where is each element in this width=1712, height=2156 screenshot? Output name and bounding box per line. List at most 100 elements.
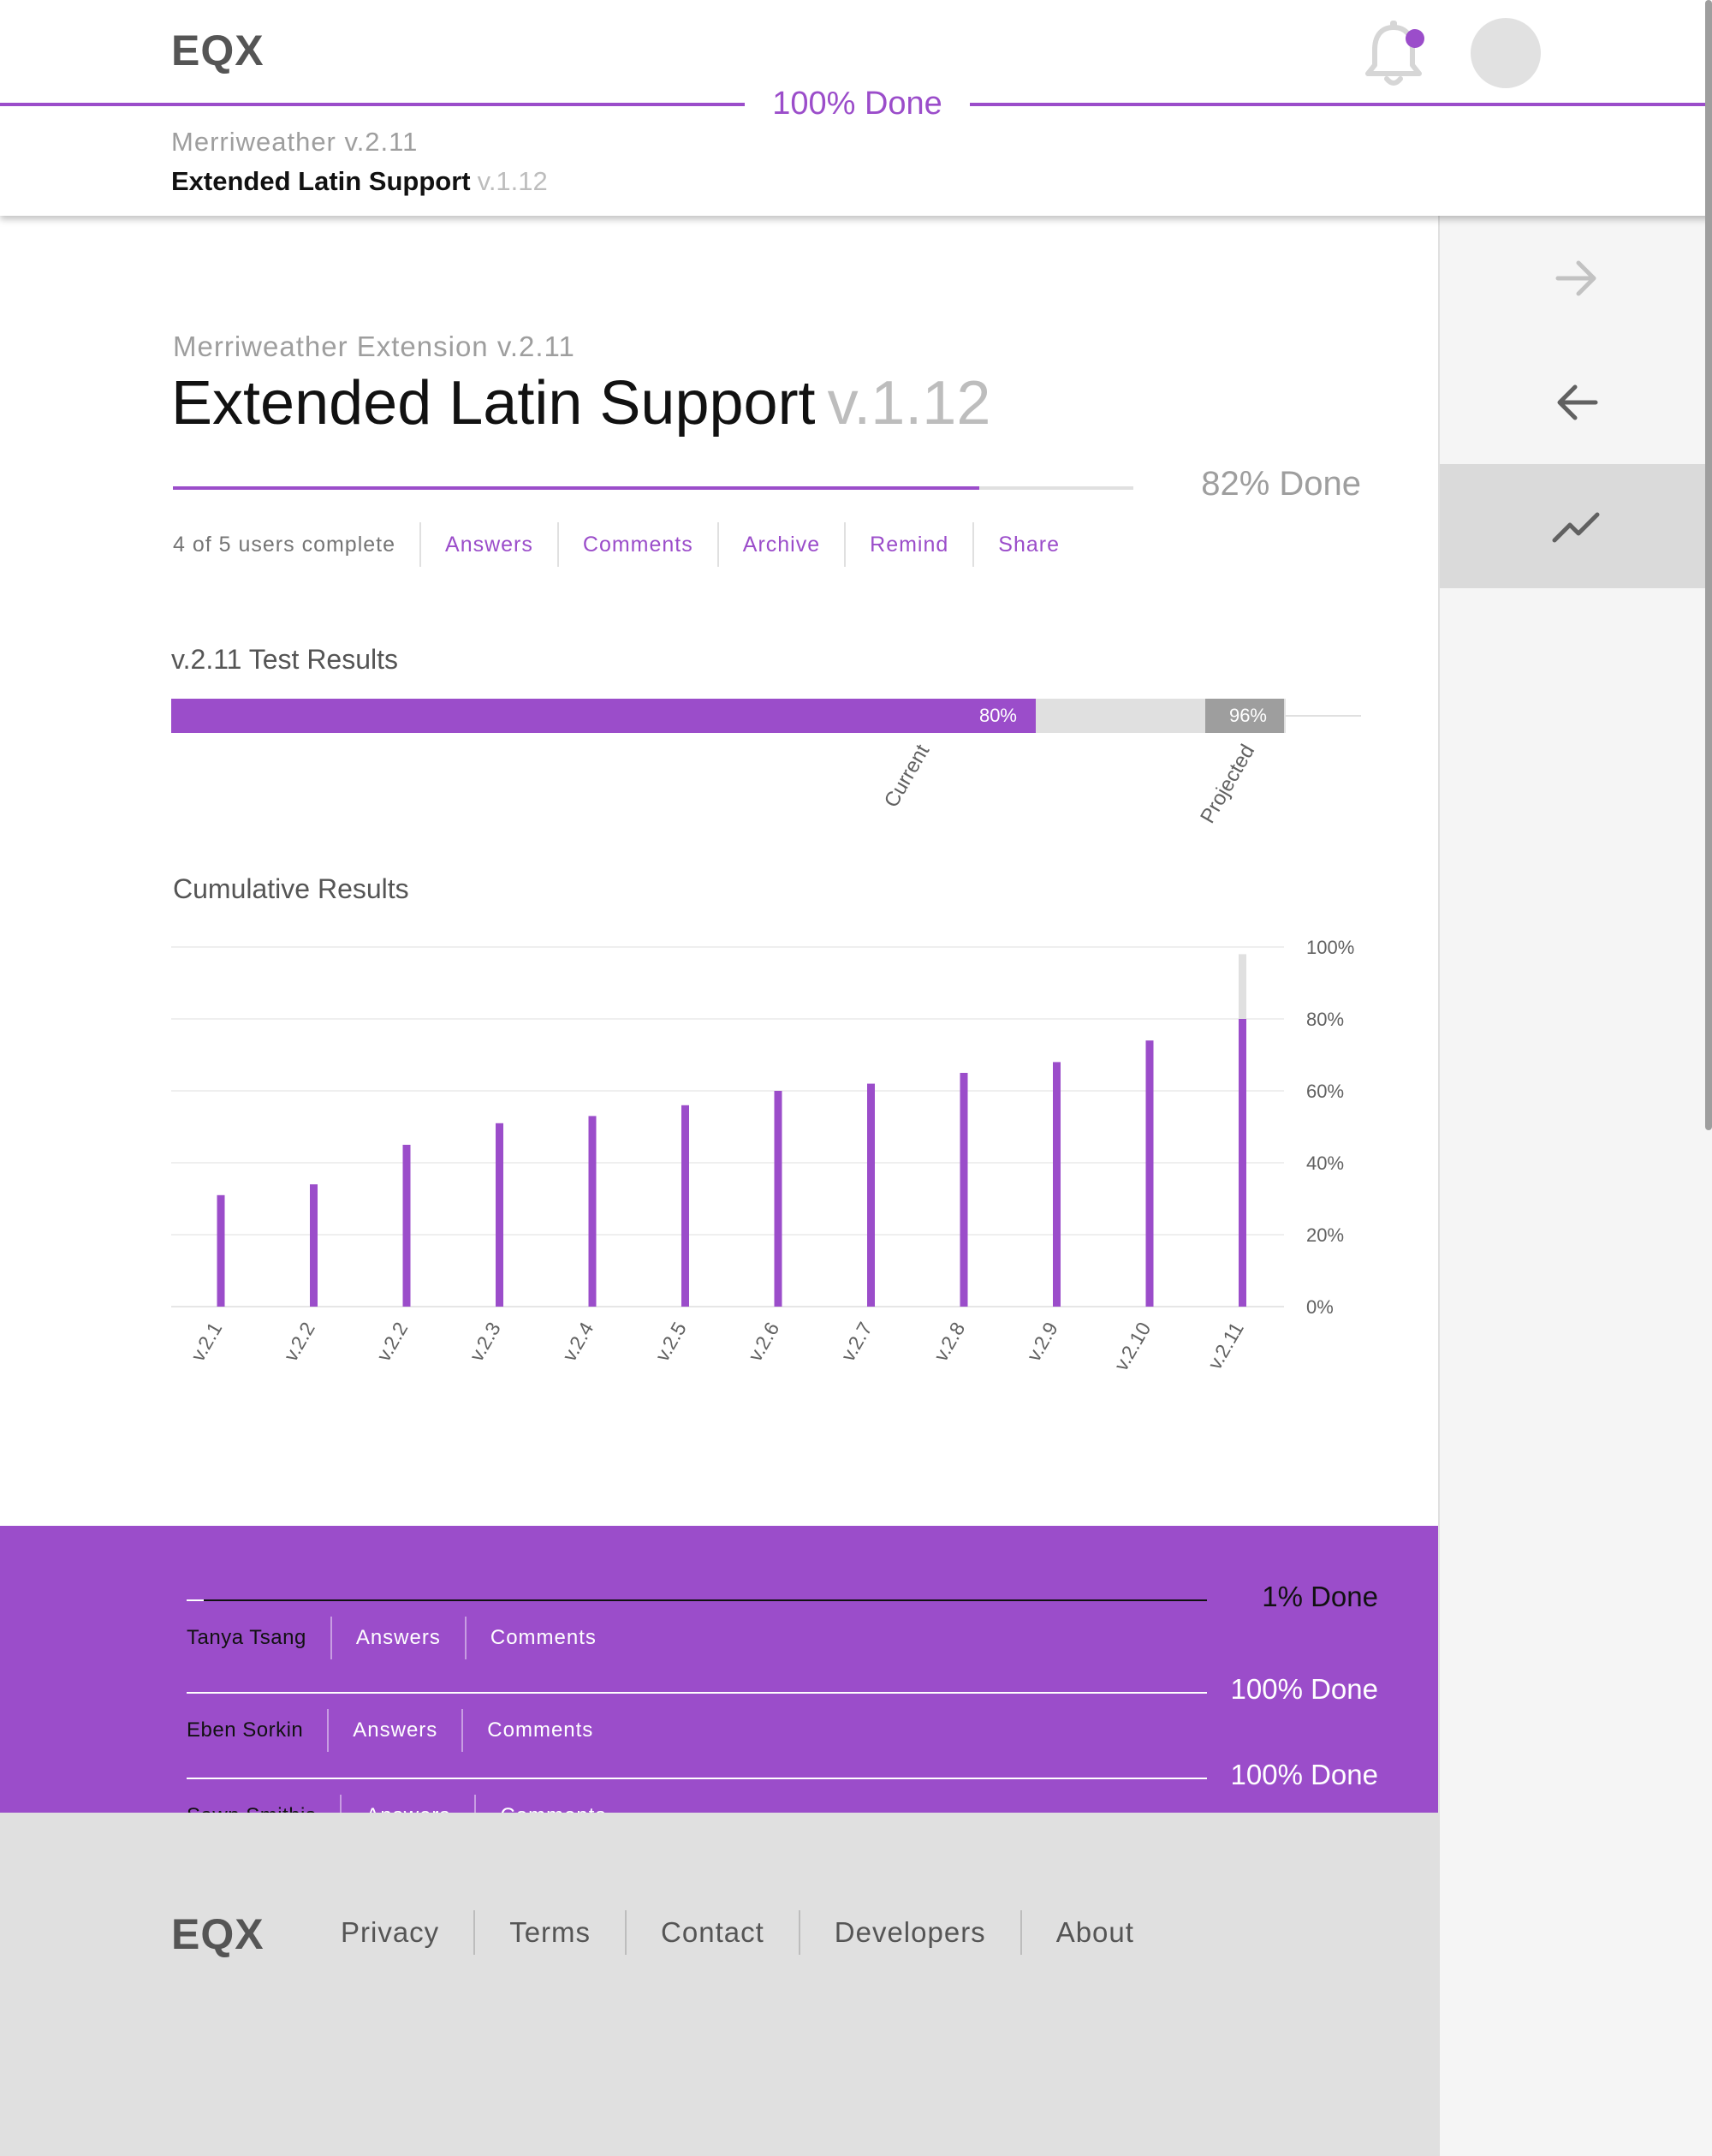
y-tick-label: 20% [1306, 1224, 1344, 1246]
footer-link-contact[interactable]: Contact [625, 1910, 799, 1955]
bar [496, 1123, 503, 1307]
footer-link-about[interactable]: About [1019, 1910, 1168, 1955]
bar [681, 1105, 689, 1307]
user-answers-link[interactable]: Answers [330, 1617, 465, 1659]
user-progress-list: 1% Done Tanya Tsang Answers Comments 100… [0, 1526, 1438, 1813]
arrow-back-icon [1557, 384, 1598, 420]
breadcrumb-title: Extended Latin Support [171, 166, 471, 196]
page-title-version: v.1.12 [827, 369, 991, 438]
x-tick-label: v.2.2 [279, 1319, 319, 1366]
user-name: Tanya Tsang [187, 1626, 306, 1649]
x-tick-label: v.2.5 [651, 1319, 691, 1366]
archive-link[interactable]: Archive [716, 522, 844, 567]
page-title-text: Extended Latin Support [171, 369, 816, 438]
cumulative-results-title: Cumulative Results [173, 873, 409, 904]
x-tick-label: v.2.3 [465, 1319, 505, 1366]
y-tick-label: 80% [1306, 1009, 1344, 1030]
x-tick-label: v.2.7 [836, 1319, 877, 1366]
bar [960, 1073, 968, 1307]
x-tick-label: v.2.4 [558, 1318, 598, 1365]
x-tick-label: v.2.8 [930, 1319, 970, 1366]
bar [310, 1184, 318, 1307]
test-results-current-bar: 80% [171, 699, 1036, 733]
y-tick-label: 40% [1306, 1152, 1344, 1174]
user-progress-track [187, 1599, 1207, 1601]
logo[interactable]: EQX [171, 26, 265, 75]
overall-progress-bar-right [970, 103, 1712, 106]
test-results-track: 96% 80% [171, 699, 1286, 733]
bar [774, 1091, 782, 1307]
breadcrumb-parent[interactable]: Merriweather v.2.11 [171, 127, 418, 158]
app-header: EQX 100% Done Merriweather v.2.11 Extend… [0, 0, 1712, 216]
x-tick-label: v.2.9 [1022, 1319, 1062, 1366]
x-tick-label: v.2.1 [187, 1319, 227, 1366]
overall-progress-label: 100% Done [772, 86, 942, 122]
page-title: Extended Latin Support v.1.12 [171, 368, 990, 438]
bar [1145, 1040, 1154, 1307]
arrow-forward-icon [1555, 260, 1596, 295]
bar [217, 1194, 225, 1307]
user-row: 100% Done Sawn Smithis Answers Comments [0, 1759, 1438, 1813]
user-progress-track [187, 1778, 1207, 1779]
projected-label: Projected [1196, 741, 1260, 828]
footer-links: Privacy Terms Contact Developers About [306, 1907, 1168, 1958]
breadcrumb-current: Extended Latin Support v.1.12 [171, 166, 548, 197]
share-link[interactable]: Share [972, 522, 1084, 567]
user-progress-track [187, 1692, 1207, 1694]
test-results-projected-bar: 96% [1205, 699, 1284, 733]
answers-link[interactable]: Answers [419, 522, 557, 567]
bar [588, 1116, 597, 1307]
user-progress-label: 1% Done [1262, 1581, 1378, 1612]
cumulative-results-chart: 0% 20% 40% 60% 80% 100% v.2.1 v.2.2 v.2.2 v.2.3 v.… [171, 937, 1354, 1374]
user-progress-fill [187, 1599, 204, 1601]
x-tick-label: v.2.2 [372, 1319, 413, 1366]
user-answers-link[interactable]: Answers [340, 1795, 474, 1813]
y-tick-label: 60% [1306, 1081, 1344, 1102]
user-comments-link[interactable]: Comments [474, 1795, 630, 1813]
user-answers-link[interactable]: Answers [327, 1709, 461, 1752]
right-sidebar [1438, 216, 1712, 2156]
avatar[interactable] [1471, 18, 1541, 88]
project-progress-track [173, 486, 1133, 490]
trending-icon [1552, 512, 1600, 542]
footer-link-terms[interactable]: Terms [473, 1910, 625, 1955]
user-meta: Sawn Smithis Answers Comments [187, 1795, 630, 1813]
back-button[interactable] [1440, 340, 1712, 464]
bar [1053, 1062, 1061, 1307]
bar [1239, 1019, 1246, 1307]
footer-logo[interactable]: EQX [171, 1909, 265, 1959]
current-label: Current [879, 741, 935, 812]
user-progress-label: 100% Done [1230, 1759, 1378, 1790]
bar [402, 1145, 411, 1307]
bar [867, 1083, 875, 1307]
footer-link-developers[interactable]: Developers [798, 1910, 1020, 1955]
user-progress-label: 100% Done [1230, 1673, 1378, 1705]
user-row: 100% Done Eben Sorkin Answers Comments [0, 1673, 1438, 1771]
user-name: Eben Sorkin [187, 1718, 304, 1742]
notification-badge [1406, 29, 1424, 48]
page: EQX 100% Done Merriweather v.2.11 Extend… [0, 0, 1712, 2156]
trending-button[interactable] [1440, 464, 1712, 588]
overall-progress-bar [0, 103, 745, 106]
user-comments-link[interactable]: Comments [464, 1617, 621, 1659]
breadcrumb-version: v.1.12 [477, 166, 548, 196]
users-complete-text: 4 of 5 users complete [173, 532, 396, 557]
user-meta: Tanya Tsang Answers Comments [187, 1617, 621, 1659]
user-meta: Eben Sorkin Answers Comments [187, 1709, 617, 1752]
y-tick-label: 0% [1306, 1296, 1334, 1318]
x-tick-label: v.2.11 [1204, 1319, 1248, 1373]
test-results-title: v.2.11 Test Results [171, 644, 399, 675]
project-progress-fill [173, 486, 980, 490]
remind-link[interactable]: Remind [844, 522, 972, 567]
y-tick-label: 100% [1306, 937, 1354, 958]
user-comments-link[interactable]: Comments [461, 1709, 617, 1752]
project-parent: Merriweather Extension v.2.11 [173, 331, 575, 362]
user-name: Sawn Smithis [187, 1804, 340, 1813]
footer-link-privacy[interactable]: Privacy [306, 1910, 473, 1955]
forward-button[interactable] [1440, 216, 1712, 340]
test-results-baseline [1284, 715, 1361, 717]
comments-link[interactable]: Comments [556, 522, 717, 567]
scrollbar[interactable] [1705, 0, 1712, 1130]
x-tick-label: v.2.6 [744, 1319, 784, 1366]
user-row: 1% Done Tanya Tsang Answers Comments [0, 1581, 1438, 1678]
